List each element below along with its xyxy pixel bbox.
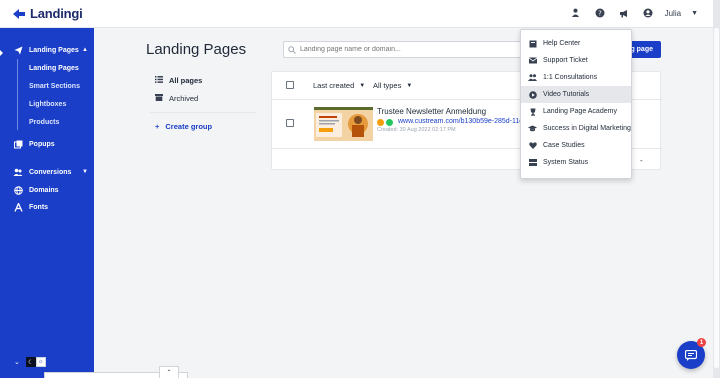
filter-all-pages[interactable]: All pages [155,73,202,87]
menu-item-label: Success in Digital Marketing [543,125,631,132]
sidebar-subitem-smart-sections[interactable]: Smart Sections [18,78,94,94]
menu-item-label: Help Center [543,40,581,47]
menu-item-label: 1:1 Consultations [543,74,598,81]
users-icon [13,167,23,177]
menu-item-label: Landing Page Academy [543,108,617,115]
svg-text:?: ? [598,9,602,17]
logo-text: Landingi [30,6,83,21]
filter-label: All pages [169,75,203,85]
chevron-down-icon[interactable]: ▼ [82,169,88,175]
sidebar-item-conversions[interactable]: Conversions ▼ [0,164,94,180]
sidebar-subitem-products[interactable]: Products [18,114,94,130]
divider [150,112,256,113]
play-circle-icon [528,90,537,99]
type-dropdown[interactable]: All types ▼ [373,81,412,90]
sidebar-item-domains[interactable]: Domains [0,182,94,198]
graduation-cap-icon [528,124,537,133]
font-icon [13,202,23,212]
sidebar-item-popups[interactable]: Popups [0,136,94,152]
caret-down-icon: ▼ [406,82,413,89]
page-thumbnail[interactable] [314,107,373,141]
row-checkbox[interactable] [286,119,294,127]
sidebar-item-label: Domains [29,186,59,194]
user-avatar-icon[interactable] [641,6,655,20]
landing-page-url[interactable]: www.custream.com/b130b59e-285d-11e [398,118,523,125]
people-icon [528,73,537,82]
list-icon [155,75,163,85]
sort-dropdown[interactable]: Last created ▼ [313,81,365,90]
menu-item-case-studies[interactable]: Case Studies [521,137,631,154]
vertical-scrollbar[interactable] [713,0,720,378]
published-check-icon [386,119,393,126]
search-icon [284,45,300,54]
chevron-up-icon: ⌃ [166,370,172,376]
menu-item-label: System Status [543,159,589,166]
top-bar: Landingi ? Julia ▼ [0,0,720,28]
menu-item-landing-page-academy[interactable]: Landing Page Academy [521,103,631,120]
landing-page-name[interactable]: Trustee Newsletter Anmeldung [377,107,486,116]
chevron-up-icon[interactable]: ▲ [82,47,88,53]
filter-archived[interactable]: Archived [155,91,198,105]
user-name[interactable]: Julia [665,9,681,18]
menu-item-label: Case Studies [543,142,585,149]
filter-label: Archived [169,93,199,103]
sort-label: Last created [313,81,355,90]
archive-icon [155,93,163,103]
megaphone-icon[interactable] [617,6,631,20]
menu-item-label: Video Tutorials [543,91,590,98]
sidebar-item-landing-pages[interactable]: Landing Pages ▲ [0,42,94,58]
status-dot-icon [377,119,384,126]
chat-button[interactable]: 1 [677,338,706,369]
menu-item-video-tutorials[interactable]: Video Tutorials [521,86,631,103]
user-menu-caret-icon[interactable]: ▼ [691,10,698,17]
type-label: All types [373,81,402,90]
caret-down-icon: ▼ [359,82,366,89]
menu-item-label: Support Ticket [543,57,588,64]
sidebar: Landing Pages ▲ Landing Pages Smart Sect… [0,28,94,378]
theme-toggle[interactable]: ☾ ☼ [25,357,46,367]
sidebar-item-fonts[interactable]: Fonts [0,199,94,215]
chevron-down-icon[interactable]: ⌄ [14,358,20,366]
page-title: Landing Pages [146,41,247,58]
search-bar[interactable] [283,41,531,58]
sidebar-item-label: Fonts [29,203,49,211]
menu-item-help-center[interactable]: Help Center [521,35,631,52]
sun-icon[interactable]: ☼ [35,357,46,367]
search-input[interactable] [300,46,520,53]
logo-icon [13,8,25,19]
scrollbar-thumb[interactable] [714,28,719,368]
create-group-label: Create group [165,121,213,131]
created-date: Created: 30 Aug 2022 02:17 PM [377,127,456,133]
sidebar-item-label: Conversions [29,168,72,176]
book-icon [528,39,537,48]
menu-item-support-ticket[interactable]: Support Ticket [521,52,631,69]
landingi-logo[interactable]: Landingi [12,6,83,21]
pagination[interactable]: - [640,156,643,165]
moon-icon[interactable]: ☾ [25,357,36,367]
sidebar-item-label: Landing Pages [29,46,79,54]
globe-icon [13,185,23,195]
sidebar-subitem-landing-pages[interactable]: Landing Pages [18,60,94,76]
server-icon [528,158,537,167]
sidebar-subitem-lightboxes[interactable]: Lightboxes [18,96,94,112]
plus-icon: + [155,121,160,131]
popup-icon [13,139,23,149]
sidebar-footer: ⌄ ☾ ☼ [14,357,46,367]
chat-icon [685,349,697,361]
sidebar-item-label: Popups [29,140,55,148]
envelope-icon [528,56,537,65]
trophy-icon [528,107,537,116]
help-icon[interactable]: ? [593,6,607,20]
expand-panel-button[interactable]: ⌃ [159,366,179,378]
create-group-button[interactable]: + Create group [155,119,212,133]
paper-plane-icon [13,45,23,55]
menu-item-consultations[interactable]: 1:1 Consultations [521,69,631,86]
menu-item-system-status[interactable]: System Status [521,154,631,171]
select-all-checkbox[interactable] [286,81,294,89]
person-icon[interactable] [569,6,583,20]
heart-icon [528,141,537,150]
notification-badge: 1 [697,338,706,347]
menu-item-success-digital-marketing[interactable]: Success in Digital Marketing [521,120,631,137]
help-dropdown-menu: Help Center Support Ticket 1:1 Consultat… [520,29,632,179]
